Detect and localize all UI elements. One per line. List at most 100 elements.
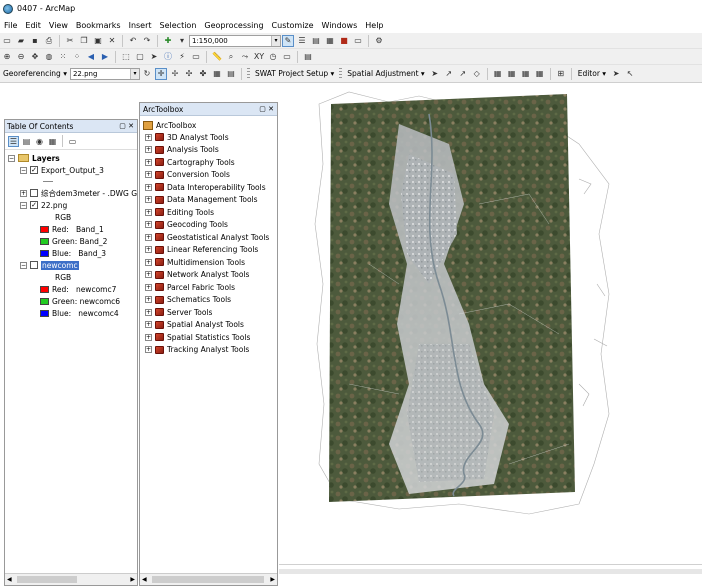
- create-viewer-icon[interactable]: ▭: [281, 51, 293, 63]
- collapse-icon[interactable]: −: [20, 261, 27, 269]
- link-table-icon[interactable]: ▦: [492, 68, 504, 80]
- chevron-down-icon[interactable]: ▾: [129, 68, 139, 79]
- spatial-adjustment-menu[interactable]: Spatial Adjustment ▾: [344, 69, 427, 78]
- modify-link-icon[interactable]: ↗: [457, 68, 469, 80]
- editor-menu[interactable]: Editor ▾: [575, 69, 609, 78]
- clear-selection-icon[interactable]: ▢: [134, 51, 146, 63]
- identify-icon[interactable]: ⓘ: [162, 51, 174, 63]
- map-scale-combo[interactable]: 1:150,000 ▾: [189, 34, 281, 47]
- expand-icon[interactable]: +: [145, 258, 152, 266]
- toolbox-item[interactable]: +3D Analyst Tools: [145, 131, 229, 143]
- catalog-window-icon[interactable]: ▤: [310, 35, 322, 47]
- close-icon[interactable]: ✕: [128, 122, 134, 130]
- layer-visibility-checkbox[interactable]: [30, 261, 38, 269]
- edit-annotation-icon[interactable]: ↖: [624, 68, 636, 80]
- expand-icon[interactable]: +: [20, 189, 27, 197]
- select-elements-icon[interactable]: ➤: [148, 51, 160, 63]
- menu-view[interactable]: View: [49, 21, 68, 30]
- expand-icon[interactable]: +: [145, 346, 152, 353]
- expand-icon[interactable]: +: [145, 321, 152, 328]
- toolbox-horizontal-scrollbar[interactable]: ◀ ▶: [140, 573, 277, 585]
- multi-displacement-icon[interactable]: ◇: [471, 68, 483, 80]
- expand-icon[interactable]: +: [145, 333, 152, 341]
- viewer-icon[interactable]: ▤: [225, 68, 237, 80]
- expand-icon[interactable]: +: [145, 158, 152, 166]
- arctoolbox-icon[interactable]: ■: [338, 35, 350, 47]
- control-point-icon[interactable]: ✤: [197, 68, 209, 80]
- layer-row-dwg[interactable]: + 综合dem3meter - .DWG G: [20, 187, 137, 199]
- toolbox-item[interactable]: + Spatial Statistics Tools: [145, 331, 250, 343]
- menu-selection[interactable]: Selection: [160, 21, 197, 30]
- zoom-in-icon[interactable]: ⊕: [1, 51, 13, 63]
- forward-extent-icon[interactable]: ▶: [99, 51, 111, 63]
- autohide-icon[interactable]: ▢: [119, 122, 126, 130]
- layer-visibility-checkbox[interactable]: ✓: [30, 201, 38, 209]
- expand-icon[interactable]: +: [145, 171, 152, 178]
- expand-icon[interactable]: +: [145, 271, 152, 278]
- python-window-icon[interactable]: ▭: [352, 35, 364, 47]
- list-by-selection-icon[interactable]: ▦: [47, 136, 58, 147]
- expand-icon[interactable]: +: [145, 183, 152, 191]
- layer-row-newcomc[interactable]: − newcomc: [20, 259, 79, 271]
- scroll-right-icon[interactable]: ▶: [270, 576, 275, 583]
- scroll-left-icon[interactable]: ◀: [7, 576, 12, 583]
- layout-view-icon[interactable]: ▤: [302, 51, 314, 63]
- layer-visibility-checkbox[interactable]: [30, 189, 38, 197]
- zoom-out-icon[interactable]: ⊖: [15, 51, 27, 63]
- georeference-layer-combo[interactable]: 22.png ▾: [69, 67, 140, 80]
- toolbox-item[interactable]: + Server Tools: [145, 306, 212, 318]
- menu-windows[interactable]: Windows: [322, 21, 358, 30]
- expand-icon[interactable]: +: [145, 296, 152, 303]
- select-elements-icon[interactable]: ➤: [429, 68, 441, 80]
- collapse-icon[interactable]: −: [20, 201, 27, 209]
- expand-icon[interactable]: +: [145, 208, 152, 216]
- expand-icon[interactable]: +: [145, 133, 152, 141]
- toolbox-item[interactable]: + Schematics Tools: [145, 294, 231, 306]
- cut-icon[interactable]: ✂: [64, 35, 76, 47]
- scrollbar-thumb[interactable]: [17, 576, 77, 583]
- select-features-icon[interactable]: ⬚: [120, 51, 132, 63]
- options-icon[interactable]: ▭: [67, 136, 78, 147]
- expand-icon[interactable]: +: [145, 221, 152, 228]
- view-link-table-icon[interactable]: ▦: [211, 68, 223, 80]
- delete-icon[interactable]: ✕: [106, 35, 118, 47]
- fixed-zoom-in-icon[interactable]: ⁙: [57, 51, 69, 63]
- map-canvas[interactable]: [279, 84, 702, 564]
- add-control-points-icon[interactable]: ✛: [154, 67, 167, 80]
- toolbox-root-row[interactable]: ArcToolbox: [143, 119, 196, 131]
- attribute-transfer-icon[interactable]: ▦: [506, 68, 518, 80]
- scroll-left-icon[interactable]: ◀: [142, 576, 147, 583]
- menu-edit[interactable]: Edit: [25, 21, 41, 30]
- autohide-icon[interactable]: ▢: [259, 105, 266, 113]
- search-window-icon[interactable]: ▦: [324, 35, 336, 47]
- toolbox-item[interactable]: + Tracking Analyst Tools: [145, 344, 249, 356]
- new-document-icon[interactable]: ▭: [1, 35, 13, 47]
- expand-icon[interactable]: +: [145, 246, 152, 253]
- toolbox-item[interactable]: + Cartography Tools: [145, 156, 235, 168]
- expand-icon[interactable]: +: [145, 233, 152, 241]
- add-data-icon[interactable]: ✚: [162, 35, 174, 47]
- hyperlink-icon[interactable]: ⚡: [176, 51, 188, 63]
- rotate-icon[interactable]: ↻: [141, 68, 153, 80]
- collapse-icon[interactable]: −: [8, 154, 15, 162]
- control-point-icon[interactable]: ✢: [169, 68, 181, 80]
- pan-icon[interactable]: ✥: [29, 51, 41, 63]
- time-slider-icon[interactable]: ◷: [267, 51, 279, 63]
- collapse-icon[interactable]: −: [20, 166, 27, 174]
- layer-visibility-checkbox[interactable]: ✓: [30, 166, 38, 174]
- find-route-icon[interactable]: ⤳: [239, 51, 251, 63]
- html-popup-icon[interactable]: ▭: [190, 51, 202, 63]
- menu-file[interactable]: File: [4, 21, 17, 30]
- toolbox-item[interactable]: + Geostatistical Analyst Tools: [145, 231, 269, 243]
- redo-icon[interactable]: ↷: [141, 35, 153, 47]
- expand-icon[interactable]: +: [145, 146, 152, 153]
- toolbox-item[interactable]: + Network Analyst Tools: [145, 269, 249, 281]
- fixed-zoom-out-icon[interactable]: ⁘: [71, 51, 83, 63]
- toolbox-item[interactable]: + Data Interoperability Tools: [145, 181, 266, 193]
- toolbox-item[interactable]: + Parcel Fabric Tools: [145, 281, 235, 293]
- layer-row-22-png[interactable]: − ✓ 22.png: [20, 199, 67, 211]
- editor-toolbar-icon[interactable]: ✎: [282, 34, 294, 47]
- toolbox-item[interactable]: + Conversion Tools: [145, 169, 230, 181]
- list-by-source-icon[interactable]: ▤: [21, 136, 32, 147]
- close-icon[interactable]: ✕: [268, 105, 274, 113]
